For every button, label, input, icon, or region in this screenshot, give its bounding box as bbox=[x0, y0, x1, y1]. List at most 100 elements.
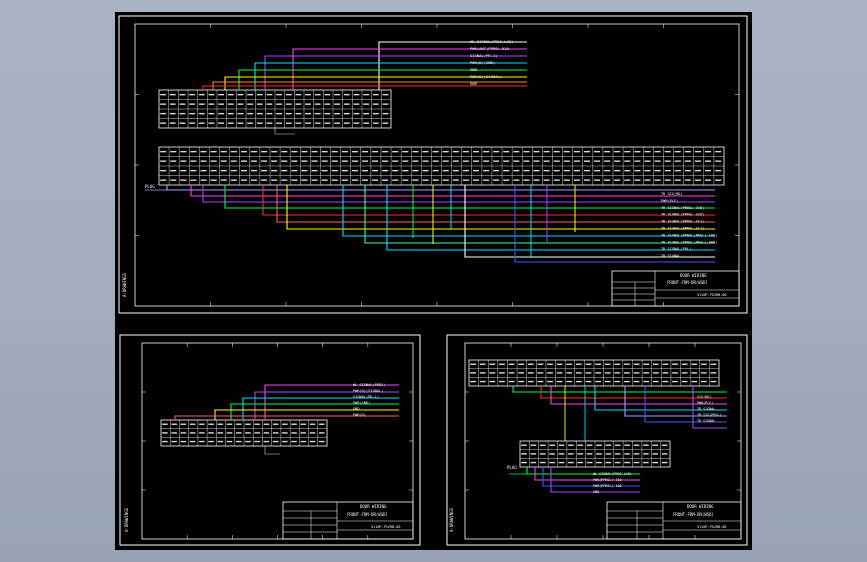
cell-text-mark bbox=[489, 372, 496, 374]
cell-text-mark bbox=[577, 453, 584, 455]
cell-text-mark bbox=[199, 432, 205, 434]
wire-label: PWR(PPRSL)-310 bbox=[593, 478, 622, 482]
cell-text-mark bbox=[251, 169, 258, 172]
cell-text-mark bbox=[261, 150, 268, 153]
wire bbox=[274, 128, 295, 135]
cell-text-mark bbox=[523, 160, 530, 162]
cell-text-mark bbox=[351, 169, 358, 172]
cell-text-mark bbox=[281, 150, 288, 153]
cell-text-mark bbox=[633, 444, 640, 446]
cell-text-mark bbox=[472, 160, 480, 162]
svg-text:FRONT-FRM-DR(WSD): FRONT-FRM-DR(WSD) bbox=[347, 512, 388, 517]
cell-text-mark bbox=[266, 112, 273, 115]
cell-text-mark bbox=[681, 363, 688, 365]
cell-text-mark bbox=[276, 112, 282, 115]
cell-text-mark bbox=[353, 103, 360, 105]
cell-text-mark bbox=[217, 423, 224, 425]
cell-text-mark bbox=[563, 179, 570, 181]
cell-text-mark bbox=[422, 150, 429, 153]
cell-text-mark bbox=[705, 169, 712, 172]
cell-text-mark bbox=[684, 160, 691, 162]
cell-text-mark bbox=[217, 432, 224, 434]
cell-text-mark bbox=[256, 103, 263, 105]
sheet-bottom-left[interactable]: WL SIGNAL(PRES) PWR(D)(SIGNAL) SIGNAL(PR-1… bbox=[119, 334, 421, 546]
cell-text-mark bbox=[392, 160, 399, 162]
cell-text-mark bbox=[220, 150, 227, 153]
cell-text-mark bbox=[402, 160, 409, 162]
cell-text-mark bbox=[700, 363, 707, 365]
wire-label: PWR(PLE) bbox=[661, 199, 678, 203]
cell-text-mark bbox=[230, 150, 237, 153]
cell-text-mark bbox=[266, 103, 273, 105]
cell-text-mark bbox=[710, 380, 717, 383]
cell-text-mark bbox=[171, 440, 177, 443]
cell-text-mark bbox=[614, 363, 621, 365]
wire-label: TR SIGNAL(PPRSL-310) bbox=[661, 213, 704, 217]
cell-text-mark bbox=[539, 461, 546, 464]
cell-text-mark bbox=[643, 461, 649, 464]
cell-text-mark bbox=[170, 150, 177, 153]
cell-text-mark bbox=[530, 444, 537, 446]
cell-text-mark bbox=[558, 453, 565, 455]
cell-text-mark bbox=[605, 453, 612, 455]
sheet-top[interactable]: WL SIGNAL(PRES.LS0) PWR(ANT)PPRSL-510 SIGN… bbox=[118, 15, 748, 314]
cell-text-mark bbox=[281, 179, 288, 181]
cell-text-mark bbox=[180, 169, 187, 172]
cell-text-mark bbox=[247, 103, 253, 105]
cell-text-mark bbox=[237, 103, 244, 105]
cell-text-mark bbox=[412, 169, 419, 172]
cell-text-mark bbox=[513, 160, 520, 162]
cell-text-mark bbox=[543, 150, 550, 153]
cell-text-mark bbox=[499, 363, 505, 365]
cell-text-mark bbox=[652, 461, 659, 464]
cell-text-mark bbox=[684, 179, 691, 181]
wire-label: TR SIGNAL(PRL) bbox=[661, 247, 691, 251]
cell-text-mark bbox=[533, 179, 540, 181]
cell-text-mark bbox=[624, 444, 630, 446]
sheet-bottom-right[interactable]: SIG(RD) PWR(PLE) TR SIGNAL TR SIG(PRSL) TR S… bbox=[446, 334, 748, 546]
cell-text-mark bbox=[282, 432, 288, 434]
wire bbox=[264, 446, 280, 455]
cell-text-mark bbox=[537, 372, 544, 374]
cell-text-mark bbox=[198, 103, 205, 105]
cell-text-mark bbox=[422, 179, 429, 181]
cell-text-mark bbox=[200, 150, 207, 153]
cell-text-mark bbox=[276, 103, 282, 105]
cell-text-mark bbox=[295, 122, 302, 124]
cell-text-mark bbox=[715, 179, 722, 181]
title-block: DOOR WIRING FRONT-FRM-DR(WSD) 5110P-PSZH… bbox=[606, 501, 742, 540]
cell-text-mark bbox=[272, 440, 279, 443]
cell-text-mark bbox=[382, 169, 389, 172]
cell-text-mark bbox=[189, 423, 196, 425]
cell-text-mark bbox=[247, 112, 253, 115]
cell-text-mark bbox=[218, 93, 224, 96]
side-note: A-DRAWINGS bbox=[124, 507, 129, 532]
cell-text-mark bbox=[334, 112, 340, 115]
cell-text-mark bbox=[422, 160, 429, 162]
cell-text-mark bbox=[583, 160, 591, 162]
cell-text-mark bbox=[343, 112, 350, 115]
cell-text-mark bbox=[190, 169, 197, 172]
cell-text-mark bbox=[624, 363, 630, 365]
cad-model-canvas[interactable]: WL SIGNAL(PRES.LS0) PWR(ANT)PPRSL-510 SIGN… bbox=[115, 12, 752, 550]
cell-text-mark bbox=[227, 122, 234, 124]
cell-text-mark bbox=[577, 461, 584, 464]
cell-text-mark bbox=[614, 150, 621, 153]
cell-text-mark bbox=[351, 160, 358, 162]
cell-text-mark bbox=[301, 150, 308, 153]
cell-text-mark bbox=[543, 160, 550, 162]
connector-cells bbox=[469, 360, 719, 386]
cell-text-mark bbox=[503, 169, 510, 172]
cell-text-mark bbox=[266, 122, 273, 124]
cell-text-mark bbox=[402, 179, 409, 181]
cell-text-mark bbox=[644, 179, 651, 181]
cell-text-mark bbox=[462, 169, 469, 172]
cell-text-mark bbox=[643, 444, 649, 446]
cell-text-mark bbox=[664, 150, 671, 153]
cell-text-mark bbox=[521, 444, 527, 446]
cell-text-mark bbox=[691, 363, 698, 365]
cell-text-mark bbox=[575, 380, 582, 383]
cell-text-mark bbox=[392, 150, 399, 153]
cell-text-mark bbox=[179, 112, 186, 115]
svg-text:DOOR WIRING: DOOR WIRING bbox=[360, 504, 387, 509]
